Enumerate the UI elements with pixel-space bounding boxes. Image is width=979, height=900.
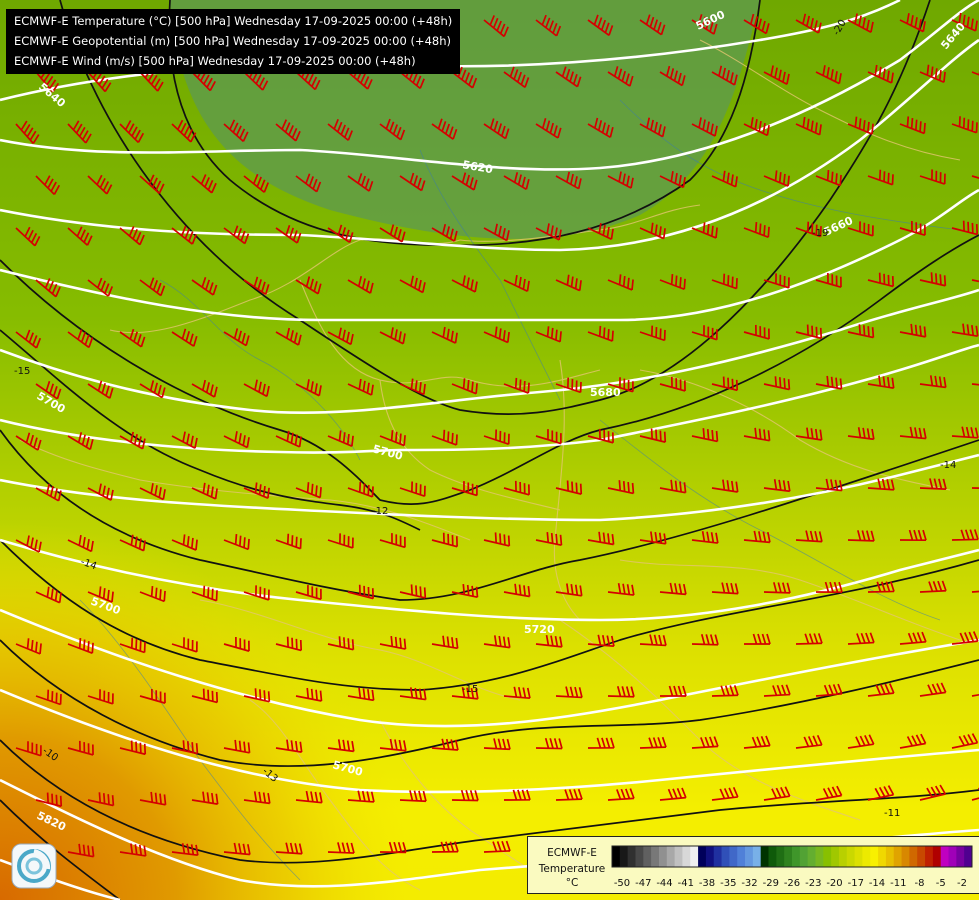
legend-swatch <box>807 846 816 867</box>
legend-swatch <box>658 846 668 867</box>
legend-swatch <box>666 846 676 867</box>
logo-icon <box>11 843 57 889</box>
geopotential-label: 5720 <box>524 623 555 636</box>
legend-swatch <box>948 846 957 867</box>
legend-swatch <box>651 846 660 867</box>
legend-colorbar: -50 -47 -44 -41 -38 -35 -32 -29 -26 -23 -20 -17 -14-… <box>611 845 973 889</box>
legend-swatch <box>729 846 738 867</box>
legend-swatch <box>870 846 879 867</box>
legend-swatch <box>682 846 691 867</box>
legend-tick-label: -23 <box>805 878 821 889</box>
legend-swatch <box>674 846 683 867</box>
legend-swatch <box>713 846 722 867</box>
temperature-label: -15 <box>462 684 478 695</box>
legend-swatch <box>760 846 769 867</box>
temperature-label: -12 <box>372 506 388 517</box>
legend-swatch <box>878 846 887 867</box>
legend-swatch <box>745 846 754 867</box>
legend-swatch <box>619 846 629 867</box>
legend-swatch <box>705 846 715 867</box>
legend-tick-label: -35 <box>720 878 736 889</box>
legend-swatch <box>956 846 965 867</box>
legend-tick-label: -50 <box>614 878 630 889</box>
legend-swatch <box>752 846 762 867</box>
title-wind: ECMWF-E Wind (m/s) [500 hPa] Wednesday 1… <box>14 54 416 68</box>
legend-swatch <box>635 846 644 867</box>
legend-swatch <box>612 846 621 867</box>
temperature-label: -19 <box>812 228 828 239</box>
legend-swatch <box>862 846 871 867</box>
temperature-label: -15 <box>14 366 30 377</box>
legend-tick-label: -41 <box>678 878 694 889</box>
legend-tick-label: -26 <box>784 878 800 889</box>
legend-swatch <box>885 846 895 867</box>
legend-swatch <box>799 846 809 867</box>
legend-tick-label: -8 <box>915 878 925 889</box>
legend-tick-label: -32 <box>741 878 757 889</box>
geopotential-label: 5680 <box>590 386 621 399</box>
legend-swatch <box>823 846 832 867</box>
legend-swatch <box>932 846 942 867</box>
legend-swatch <box>815 846 824 867</box>
legend-tick-label: -38 <box>699 878 715 889</box>
legend-swatch <box>768 846 777 867</box>
legend-swatch <box>776 846 785 867</box>
legend-swatch <box>854 846 863 867</box>
map-title-box: ECMWF-E Temperature (°C) [500 hPa] Wedne… <box>6 9 461 74</box>
legend-tick-label: -11 <box>890 878 906 889</box>
legend-swatch <box>964 846 973 867</box>
weather-map: 5600 5620 5640 5640 5660 5680 5700 5700 … <box>0 0 979 900</box>
legend-swatch <box>901 846 910 867</box>
legend-tick-label: -5 <box>936 878 946 889</box>
legend-swatch <box>698 846 707 867</box>
legend-swatch <box>831 846 840 867</box>
legend-swatch <box>893 846 902 867</box>
legend-swatch <box>846 846 856 867</box>
legend-tick-label: -29 <box>763 878 779 889</box>
legend-swatch <box>838 846 848 867</box>
legend-tick-label: -44 <box>656 878 672 889</box>
legend-swatch <box>940 846 949 867</box>
legend-swatch <box>627 846 636 867</box>
legend-swatch <box>925 846 934 867</box>
legend-tick-label: -47 <box>635 878 651 889</box>
legend-tick-label: -20 <box>826 878 842 889</box>
legend-swatch <box>917 846 926 867</box>
title-geopotential: ECMWF-E Geopotential (m) [500 hPa] Wedne… <box>14 34 451 48</box>
legend-tick-label: -17 <box>848 878 864 889</box>
legend-swatch <box>643 846 652 867</box>
legend-swatch <box>792 846 801 867</box>
legend-tick-label: -2 <box>957 878 967 889</box>
legend-swatch <box>690 846 699 867</box>
legend-swatch <box>909 846 918 867</box>
legend-swatch <box>721 846 730 867</box>
map-canvas: 5600 5620 5640 5640 5660 5680 5700 5700 … <box>0 0 979 900</box>
legend: ECMWF-E Temperature °C -50 -47 -44 -41 -38 -3… <box>527 836 979 894</box>
temperature-label: -14 <box>940 460 956 471</box>
legend-swatch <box>737 846 746 867</box>
temperature-label: -11 <box>884 808 900 819</box>
title-temperature: ECMWF-E Temperature (°C) [500 hPa] Wedne… <box>14 14 453 28</box>
legend-tick-label: -14 <box>869 878 885 889</box>
legend-swatch <box>784 846 793 867</box>
